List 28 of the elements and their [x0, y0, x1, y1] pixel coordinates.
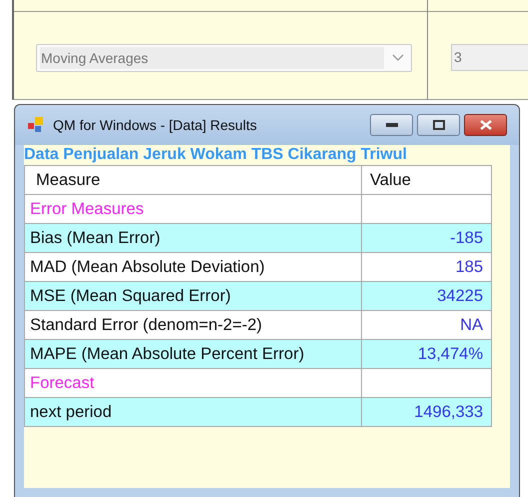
measure-cell: MAD (Mean Absolute Deviation)	[24, 252, 362, 282]
value-cell: -185	[362, 224, 492, 252]
minimize-icon	[386, 123, 398, 127]
measure-cell: next period	[24, 398, 362, 426]
minimize-button[interactable]	[370, 114, 413, 136]
maximize-icon	[432, 120, 444, 130]
method-dropdown[interactable]: Moving Averages	[36, 44, 412, 72]
section-label: Error Measures	[24, 194, 362, 224]
window-title: QM for Windows - [Data] Results	[53, 116, 258, 135]
section-label: Forecast	[24, 368, 362, 398]
column-header: Measure	[24, 166, 362, 194]
measure-cell: MAPE (Mean Absolute Percent Error)	[24, 340, 362, 368]
measure-cell: Standard Error (denom=n-2=-2)	[24, 310, 362, 340]
periods-field[interactable]: 3	[451, 44, 528, 71]
value-cell: 1496,333	[362, 398, 492, 426]
chevron-down-icon	[392, 54, 404, 62]
value-cell: 34225	[362, 282, 492, 310]
value-cell: 185	[362, 252, 492, 282]
app-icon	[27, 116, 45, 134]
value-cell: NA	[362, 310, 492, 340]
measure-cell: Bias (Mean Error)	[24, 224, 362, 252]
maximize-button[interactable]	[417, 114, 460, 136]
report-heading: Data Penjualan Jeruk Wokam TBS Cikarang Triwul	[24, 145, 408, 165]
close-icon	[480, 120, 492, 130]
measure-cell: MSE (Mean Squared Error)	[24, 282, 362, 310]
value-cell: 13,474%	[362, 340, 492, 368]
column-header: Value	[362, 166, 492, 194]
close-button[interactable]	[464, 114, 507, 136]
